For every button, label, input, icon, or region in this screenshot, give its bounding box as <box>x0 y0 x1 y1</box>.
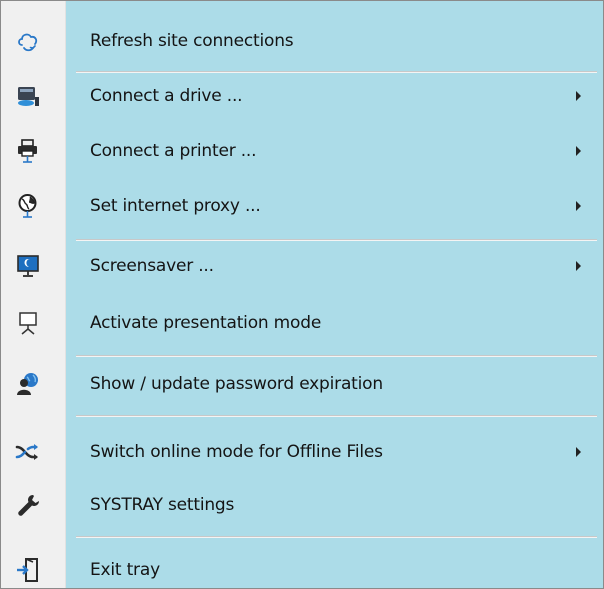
submenu-arrow-icon <box>576 447 581 457</box>
menu-item-activate-presentation-mode[interactable]: Activate presentation mode <box>1 303 603 343</box>
menu-item-label: Connect a printer ... <box>90 141 257 161</box>
tray-context-menu: Refresh site connections Connect a drive… <box>0 0 604 589</box>
menu-item-password-expiration[interactable]: Show / update password expiration <box>1 364 603 404</box>
menu-item-label: Refresh site connections <box>90 31 294 51</box>
monitor-moon-icon <box>15 253 41 279</box>
menu-item-switch-online-mode[interactable]: Switch online mode for Offline Files <box>1 432 603 472</box>
menu-item-set-internet-proxy[interactable]: Set internet proxy ... <box>1 186 603 226</box>
menu-item-connect-printer[interactable]: Connect a printer ... <box>1 131 603 171</box>
submenu-arrow-icon <box>576 201 581 211</box>
menu-separator <box>76 415 597 417</box>
wrench-icon <box>15 492 41 518</box>
exit-door-icon <box>15 557 41 583</box>
network-drive-icon <box>15 83 41 109</box>
user-globe-icon <box>15 371 41 397</box>
submenu-arrow-icon <box>576 146 581 156</box>
menu-item-label: Set internet proxy ... <box>90 196 261 216</box>
submenu-arrow-icon <box>576 91 581 101</box>
network-printer-icon <box>15 138 41 164</box>
menu-item-label: Connect a drive ... <box>90 86 243 106</box>
menu-item-label: SYSTRAY settings <box>90 495 235 515</box>
menu-item-label: Exit tray <box>90 560 160 580</box>
presentation-easel-icon <box>15 310 41 336</box>
submenu-arrow-icon <box>576 261 581 271</box>
menu-item-label: Show / update password expiration <box>90 374 383 394</box>
menu-item-systray-settings[interactable]: SYSTRAY settings <box>1 485 603 525</box>
menu-item-label: Screensaver ... <box>90 256 214 276</box>
menu-separator <box>76 536 597 538</box>
menu-item-connect-drive[interactable]: Connect a drive ... <box>1 76 603 116</box>
shuffle-arrows-icon <box>15 439 41 465</box>
menu-item-screensaver[interactable]: Screensaver ... <box>1 246 603 286</box>
menu-separator <box>76 71 597 73</box>
menu-separator <box>76 355 597 357</box>
menu-item-exit-tray[interactable]: Exit tray <box>1 550 603 588</box>
menu-item-label: Switch online mode for Offline Files <box>90 442 383 462</box>
refresh-cloud-icon <box>15 28 41 54</box>
globe-network-icon <box>15 193 41 219</box>
menu-separator <box>76 239 597 241</box>
menu-item-label: Activate presentation mode <box>90 313 322 333</box>
menu-item-refresh-site-connections[interactable]: Refresh site connections <box>1 21 603 61</box>
